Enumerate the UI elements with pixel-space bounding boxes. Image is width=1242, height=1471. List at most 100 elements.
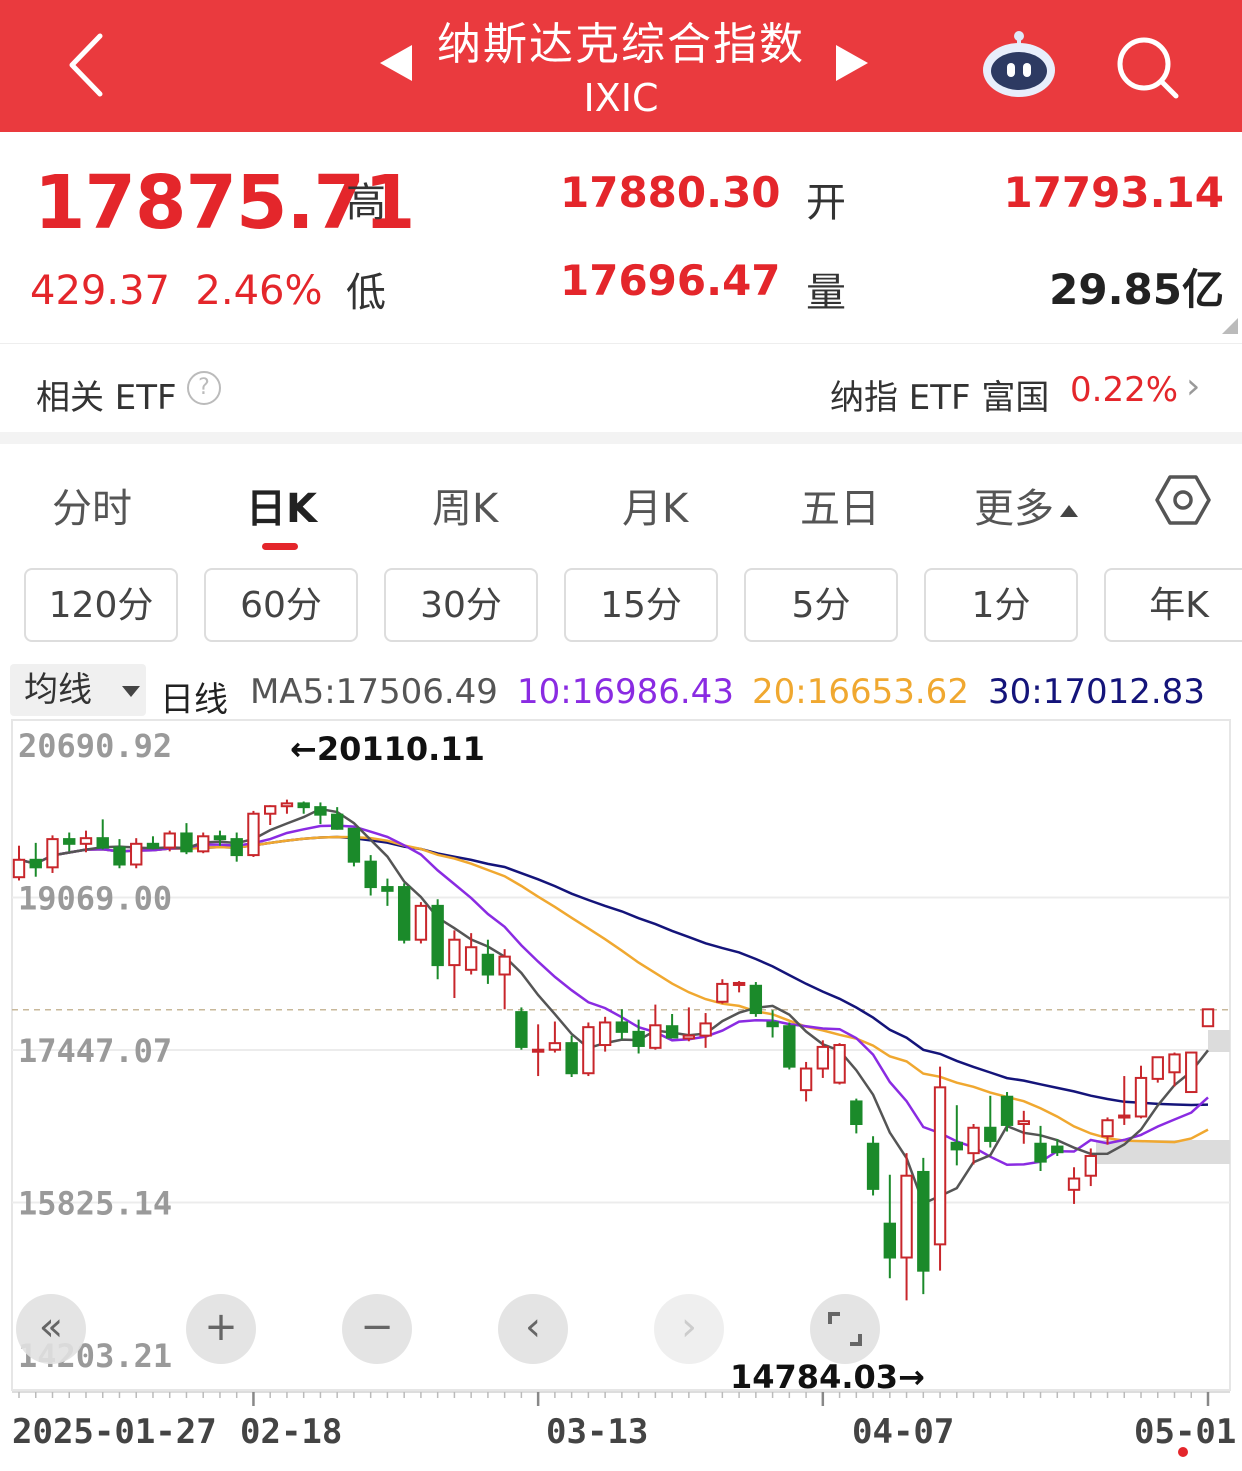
candle-body: [96, 837, 109, 849]
minus-icon: −: [360, 1304, 394, 1350]
fullscreen-icon: [828, 1312, 862, 1346]
y-tick-label: 20690.92: [18, 727, 172, 765]
candle-body: [213, 835, 227, 841]
candle-body: [699, 1022, 712, 1037]
candle-body: [381, 886, 394, 892]
period-120min-button[interactable]: 120分: [24, 568, 178, 642]
candle: [933, 1066, 947, 1271]
candle-body: [582, 1026, 595, 1075]
candle: [46, 835, 59, 873]
candle: [615, 1009, 629, 1040]
next-triangle-icon[interactable]: [836, 45, 868, 81]
candle-body: [1151, 1056, 1164, 1080]
tab-timeshare[interactable]: 分时: [52, 476, 132, 534]
ma-select-label: 均线: [24, 670, 92, 710]
candle: [1185, 1051, 1198, 1094]
candle: [96, 819, 109, 850]
candle-body: [984, 1126, 997, 1142]
tab-weekly-k[interactable]: 周K: [432, 476, 498, 534]
scroll-right-button[interactable]: ›: [654, 1294, 724, 1364]
candle: [598, 1016, 612, 1052]
price-change: 429.37 2.46%: [30, 268, 322, 314]
candle: [716, 979, 729, 1004]
zoom-out-button[interactable]: −: [342, 1294, 412, 1364]
period-30min-button[interactable]: 30分: [384, 568, 538, 642]
candle-body: [113, 846, 126, 866]
change-value: 429.37: [30, 268, 170, 314]
candle-body: [464, 946, 478, 971]
candle-body: [498, 955, 511, 976]
candle-body: [130, 842, 143, 866]
section-divider: [0, 432, 1242, 444]
search-icon[interactable]: [1112, 32, 1182, 102]
candle-body: [515, 1011, 528, 1048]
high-value: 17880.30: [560, 168, 781, 217]
header-bar: 纳斯达克综合指数 IXIC: [0, 0, 1242, 132]
candle-body: [732, 981, 746, 986]
x-tick-label: 04-07: [852, 1412, 955, 1452]
candle: [397, 883, 411, 944]
tab-monthly-k[interactable]: 月K: [622, 476, 688, 534]
candle-body: [866, 1142, 880, 1190]
help-icon[interactable]: ?: [187, 371, 221, 405]
candle: [783, 1022, 796, 1070]
candle: [1067, 1167, 1081, 1204]
settings-hexagon-icon[interactable]: [1155, 472, 1211, 528]
double-chevron-left-icon: «: [38, 1304, 64, 1350]
tab-daily-k[interactable]: 日K: [246, 476, 317, 534]
zoom-in-button[interactable]: +: [186, 1294, 256, 1364]
candle-body: [933, 1086, 947, 1246]
high-label: 高: [346, 180, 386, 226]
candle-body: [649, 1024, 662, 1049]
chevron-right-icon[interactable]: ›: [1186, 366, 1200, 407]
candle-body: [565, 1042, 578, 1075]
candle: [531, 1024, 545, 1077]
expand-corner-icon[interactable]: [1222, 318, 1238, 334]
fullscreen-button[interactable]: [810, 1294, 880, 1364]
active-tab-indicator: [262, 543, 298, 550]
x-tick-label: 03-13: [546, 1412, 649, 1452]
caret-up-icon: [1060, 505, 1078, 517]
current-position-dot: [1178, 1447, 1188, 1457]
scroll-left-button[interactable]: ‹: [498, 1294, 568, 1364]
tab-five-day[interactable]: 五日: [800, 476, 880, 534]
candle: [967, 1124, 980, 1165]
candle-body: [180, 832, 193, 853]
candle: [297, 801, 310, 814]
candle-body: [230, 838, 243, 857]
candle-body: [682, 1034, 696, 1040]
candle-body: [900, 1174, 913, 1259]
candle-body: [314, 806, 327, 816]
candle-body: [330, 813, 344, 830]
candle-body: [1084, 1154, 1097, 1177]
x-tick-label: 2025-01-27: [12, 1412, 217, 1452]
low-value: 17696.47: [560, 256, 781, 305]
candle: [314, 802, 327, 825]
rewind-button[interactable]: «: [16, 1294, 86, 1364]
candle-body: [414, 904, 428, 941]
period-60min-button[interactable]: 60分: [204, 568, 358, 642]
etf-name[interactable]: 纳指 ETF 富国: [830, 370, 1049, 419]
candle: [431, 899, 444, 980]
robot-assistant-icon[interactable]: [980, 30, 1058, 100]
candle: [180, 823, 193, 855]
candle-body: [397, 886, 411, 941]
volume-value: 29.85亿: [1049, 265, 1224, 314]
candle: [498, 949, 511, 1010]
period-15min-button[interactable]: 15分: [564, 568, 718, 642]
candle: [163, 830, 176, 852]
ma-select-dropdown[interactable]: 均线: [10, 664, 146, 716]
change-percent: 2.46%: [195, 268, 323, 314]
open-value: 17793.14: [1003, 168, 1224, 217]
period-5min-button[interactable]: 5分: [744, 568, 898, 642]
candle: [950, 1105, 963, 1166]
period-1min-button[interactable]: 1分: [924, 568, 1078, 642]
candle-body: [63, 838, 76, 845]
period-year-k-button[interactable]: 年K: [1104, 568, 1242, 642]
tab-more[interactable]: 更多: [974, 476, 1078, 534]
candle-body: [1000, 1095, 1014, 1126]
candle: [381, 878, 394, 906]
candle: [850, 1098, 863, 1134]
candle-body: [1101, 1119, 1114, 1138]
candle-body: [1067, 1177, 1081, 1191]
